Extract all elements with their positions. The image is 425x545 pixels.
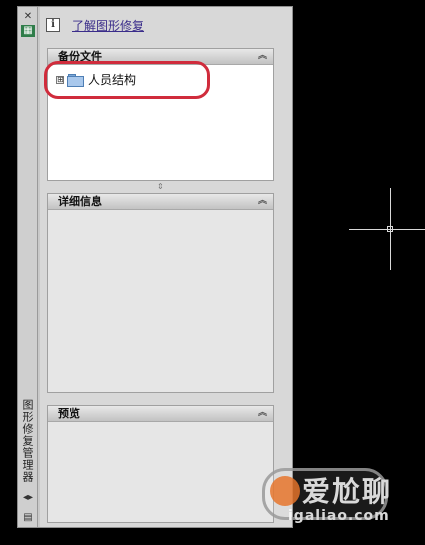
expand-plus-icon[interactable]: ⊞ — [56, 75, 64, 84]
menu-icon[interactable]: ▤ — [21, 512, 35, 524]
tree-item-label: 人员结构 — [88, 73, 137, 87]
info-icon: i — [46, 18, 60, 32]
details-title: 详细信息 — [58, 195, 102, 208]
details-panel: 详细信息 ︽ — [47, 193, 274, 393]
palette-content: i 了解图形修复 备份文件 ︽ ⊞ 人员结构 ⇕ 详细信息 ︽ 预览 ︽ — [40, 7, 292, 527]
preview-title: 预览 — [58, 407, 80, 420]
cursor-pickbox — [387, 226, 393, 232]
folder-icon — [67, 73, 84, 87]
learn-recovery-link-row: i 了解图形修复 — [46, 16, 144, 34]
collapse-chevron-icon[interactable]: ︽ — [258, 194, 267, 209]
watermark-text-sub: igaliao.com — [288, 508, 390, 524]
details-body — [48, 210, 273, 392]
preview-body — [48, 422, 273, 522]
palette-titlebar[interactable]: ✕ ▦ 图形修复管理器 ◂▸ ▤ — [18, 7, 38, 527]
drawing-recovery-palette: ✕ ▦ 图形修复管理器 ◂▸ ▤ i 了解图形修复 备份文件 ︽ ⊞ 人员结构 — [17, 6, 293, 528]
backup-files-header[interactable]: 备份文件 ︽ — [48, 49, 273, 65]
pin-icon[interactable]: ✕ — [21, 11, 35, 23]
backup-files-tree: ⊞ 人员结构 — [48, 65, 273, 180]
preview-header[interactable]: 预览 ︽ — [48, 406, 273, 422]
learn-recovery-link[interactable]: 了解图形修复 — [72, 17, 144, 34]
watermark-text-main: 爱尬聊 — [302, 475, 393, 508]
palette-title: 图形修复管理器 — [21, 399, 34, 483]
panel-splitter-icon[interactable]: ⇕ — [157, 183, 164, 191]
collapse-chevron-icon[interactable]: ︽ — [258, 406, 267, 421]
preview-panel: 预览 ︽ — [47, 405, 274, 523]
tree-item-renyuanjiegou[interactable]: ⊞ 人员结构 — [56, 71, 136, 88]
backup-files-panel: 备份文件 ︽ ⊞ 人员结构 — [47, 48, 274, 181]
details-header[interactable]: 详细信息 ︽ — [48, 194, 273, 210]
properties-icon[interactable]: ◂▸ — [21, 492, 35, 504]
collapse-chevron-icon[interactable]: ︽ — [258, 49, 267, 64]
palette-icon[interactable]: ▦ — [21, 25, 35, 37]
backup-files-title: 备份文件 — [58, 50, 102, 63]
